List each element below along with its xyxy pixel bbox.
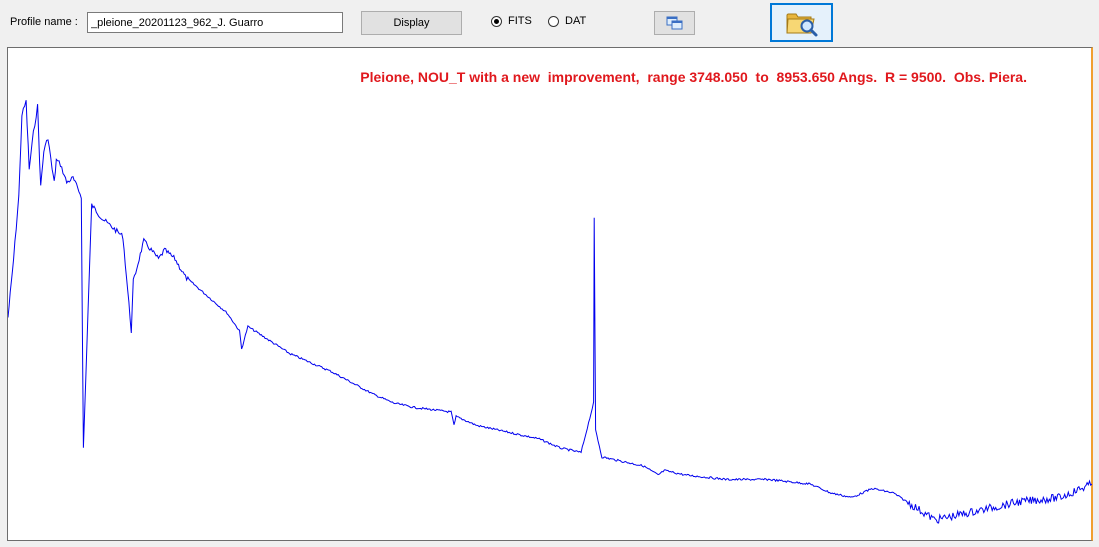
fits-radio-label: FITS xyxy=(508,15,532,27)
fits-radio[interactable]: FITS xyxy=(491,15,532,27)
fits-radio-circle xyxy=(491,15,502,27)
copy-windows-icon xyxy=(666,16,682,29)
dat-radio-label: DAT xyxy=(565,15,587,27)
copy-button[interactable] xyxy=(654,11,695,35)
spectrum-plot[interactable]: Pleione, NOU_T with a new improvement, r… xyxy=(7,47,1093,541)
profile-name-input[interactable] xyxy=(87,12,343,33)
display-button[interactable]: Display xyxy=(361,11,462,35)
profile-name-label: Profile name : xyxy=(10,16,78,28)
folder-search-icon xyxy=(785,13,817,36)
plot-title: Pleione, NOU_T with a new improvement, r… xyxy=(360,69,1027,85)
dat-radio[interactable]: DAT xyxy=(548,15,586,27)
toolbar: Profile name : Display FITS DAT xyxy=(0,0,1099,46)
spectrum-chart xyxy=(8,100,1092,524)
dat-radio-circle xyxy=(548,15,559,27)
open-file-button[interactable] xyxy=(770,3,833,42)
fits-radio-dot xyxy=(494,18,499,24)
spectrum-line xyxy=(8,100,1092,524)
